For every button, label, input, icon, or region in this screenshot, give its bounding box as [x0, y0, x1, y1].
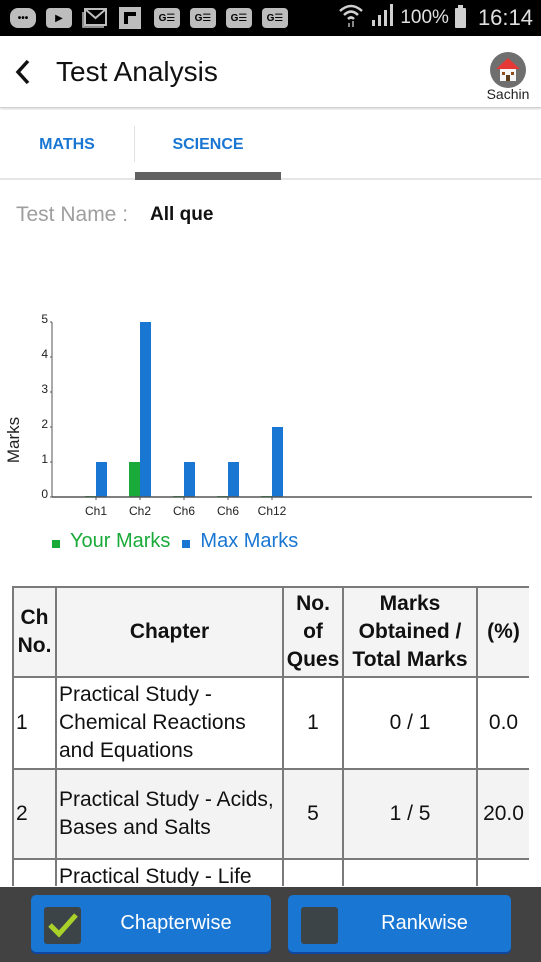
- bar-max-marks: [184, 462, 195, 497]
- table-header-row: Ch No. Chapter No. of Ques Marks Obtaine…: [12, 586, 529, 678]
- status-bar: ••• ▶ G☰ G☰ G☰ G☰ 100% 16:14: [0, 0, 541, 36]
- y-tick-label: 4: [41, 347, 48, 361]
- profile-name: Sachin: [486, 86, 530, 102]
- x-tick-label: Ch1: [85, 504, 107, 518]
- legend-swatch-your-marks: [52, 540, 60, 548]
- rankwise-label: Rankwise: [381, 912, 468, 934]
- cell-marks: 0 / 1: [342, 676, 478, 770]
- marks-bar-chart: Marks 0 1 2 3 4 5 Ch1 Ch2 Ch6 Ch6 Ch12: [4, 312, 532, 518]
- header-marks: Marks Obtained / Total Marks: [342, 586, 478, 678]
- flipboard-icon: [118, 7, 142, 29]
- battery-percent: 100%: [400, 7, 449, 28]
- header-chapter: Chapter: [55, 586, 284, 678]
- tab-science[interactable]: SCIENCE: [135, 110, 281, 180]
- news-icon: G☰: [190, 8, 216, 28]
- test-name-value: All que: [150, 204, 214, 225]
- chapterwise-label: Chapterwise: [120, 912, 232, 934]
- page-title: Test Analysis: [56, 56, 218, 87]
- x-tick-label: Ch12: [258, 504, 287, 518]
- y-tick-label: 2: [41, 417, 48, 431]
- table-row: 2 Practical Study - Acids, Bases and Sal…: [12, 768, 529, 860]
- chapterwise-checkbox[interactable]: [44, 907, 81, 944]
- bar-max-marks: [272, 427, 283, 497]
- test-name-label: Test Name :: [16, 203, 129, 226]
- bar-max-marks: [96, 462, 107, 497]
- news-icon: G☰: [262, 8, 288, 28]
- table-row: Practical Study - Life: [12, 858, 529, 886]
- gmail-icon: [82, 8, 108, 28]
- table-row: 1 Practical Study - Chemical Reactions a…: [12, 676, 529, 770]
- header-percent: (%): [476, 586, 529, 678]
- legend-label-your-marks: Your Marks: [70, 529, 171, 552]
- chat-icon: •••: [10, 8, 36, 28]
- tab-maths[interactable]: MATHS: [0, 110, 134, 180]
- y-tick-label: 3: [41, 382, 48, 396]
- cell-percent: 20.0: [476, 768, 529, 860]
- app-bar: Test Analysis Sachin: [0, 36, 541, 108]
- cell-questions: [282, 858, 344, 886]
- cell-percent: 0.0: [476, 676, 529, 770]
- cell-marks: [342, 858, 478, 886]
- header-ch-no: Ch No.: [12, 586, 57, 678]
- cell-ch-no: 2: [12, 768, 57, 860]
- battery-icon: [454, 5, 466, 28]
- x-tick-label: Ch2: [129, 504, 151, 518]
- cell-marks: 1 / 5: [342, 768, 478, 860]
- clock: 16:14: [477, 5, 533, 30]
- cell-percent: [476, 858, 529, 886]
- y-axis-label: Marks: [4, 417, 23, 463]
- x-tick-label: Ch6: [217, 504, 239, 518]
- legend-label-max-marks: Max Marks: [200, 529, 299, 552]
- chapter-table-container[interactable]: Ch No. Chapter No. of Ques Marks Obtaine…: [12, 586, 529, 886]
- cell-chapter: Practical Study - Chemical Reactions and…: [55, 676, 284, 770]
- chapter-table: Ch No. Chapter No. of Ques Marks Obtaine…: [12, 586, 529, 886]
- cell-ch-no: [12, 858, 57, 886]
- profile-button[interactable]: Sachin: [481, 52, 535, 102]
- y-tick-label: 1: [41, 452, 48, 466]
- legend-item-max-marks: Max Marks: [182, 530, 298, 553]
- rankwise-checkbox[interactable]: [301, 907, 338, 944]
- bottom-bar: Chapterwise Rankwise: [0, 887, 541, 962]
- marks-chart: Marks 0 1 2 3 4 5 Ch1 Ch2 Ch6 Ch6 Ch12: [0, 300, 541, 530]
- y-tick-label: 0: [41, 487, 48, 501]
- news-icon: G☰: [226, 8, 252, 28]
- rankwise-button[interactable]: Rankwise: [288, 895, 511, 952]
- x-tick-label: Ch6: [173, 504, 195, 518]
- subject-tabs: MATHS SCIENCE: [0, 110, 541, 180]
- cell-questions: 5: [282, 768, 344, 860]
- tab-selected-indicator: [135, 172, 281, 180]
- chart-legend: Your Marks Max Marks: [52, 528, 310, 554]
- test-name-row: Test Name : All que: [16, 200, 213, 230]
- home-icon: [496, 58, 520, 81]
- cell-questions: 1: [282, 676, 344, 770]
- legend-swatch-max-marks: [182, 540, 191, 548]
- legend-item-your-marks: Your Marks: [52, 530, 170, 553]
- back-button[interactable]: [8, 54, 38, 90]
- back-arrow-icon: [15, 59, 30, 85]
- y-tick-label: 5: [41, 312, 48, 326]
- signal-icon: [370, 4, 394, 32]
- header-no-of-ques: No. of Ques: [282, 586, 344, 678]
- chapterwise-button[interactable]: Chapterwise: [31, 895, 271, 952]
- cell-chapter: Practical Study - Acids, Bases and Salts: [55, 768, 284, 860]
- youtube-icon: ▶: [46, 8, 72, 28]
- wifi-icon: [338, 3, 364, 33]
- checkmark-icon: [48, 913, 78, 938]
- news-icon: G☰: [154, 8, 180, 28]
- avatar: [490, 52, 526, 88]
- bar-max-marks: [228, 462, 239, 497]
- bar-your-marks: [129, 462, 140, 497]
- bar-max-marks: [140, 322, 151, 497]
- cell-chapter: Practical Study - Life: [55, 858, 284, 886]
- cell-ch-no: 1: [12, 676, 57, 770]
